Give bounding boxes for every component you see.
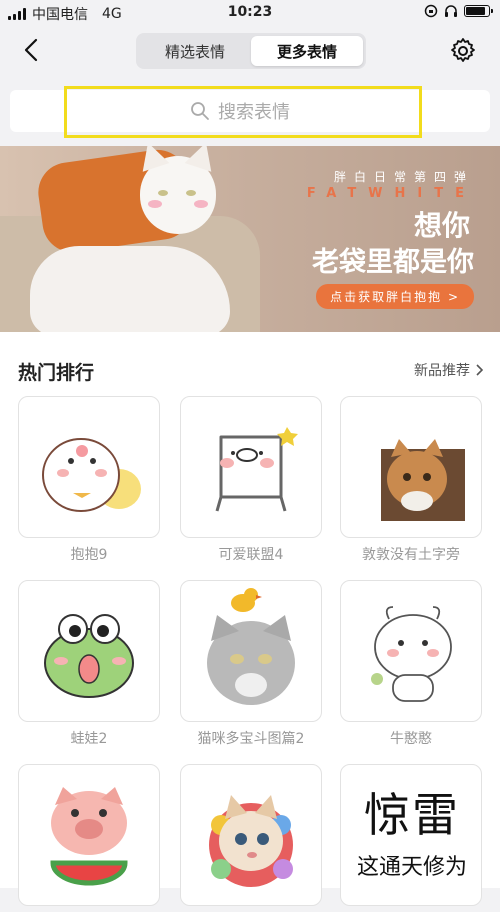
orange-cat-sticker-image — [381, 439, 465, 521]
sticker-pack[interactable]: 蛙娃2 — [18, 580, 160, 748]
white-cat-image — [30, 246, 230, 332]
sticker-pack[interactable] — [180, 764, 322, 912]
tab-more[interactable]: 更多表情 — [251, 36, 363, 66]
sticker-pack[interactable]: 惊雷 这通天修为 — [340, 764, 482, 912]
sticker-pack[interactable]: 敦敦没有土字旁 — [340, 396, 482, 564]
sticker-name: 蛙娃2 — [70, 731, 108, 747]
battery-icon — [464, 5, 493, 17]
search-highlight-frame — [64, 86, 422, 138]
banner-headline-2: 老袋里都是你 — [312, 247, 474, 278]
ranking-section: 热门排行 新品推荐 抱抱9 可爱联盟4 敦敦没有土字旁 蛙娃2 猫咪多宝斗图篇2… — [0, 332, 500, 906]
back-arrow-icon[interactable] — [18, 36, 46, 64]
new-arrivals-link[interactable]: 新品推荐 — [414, 360, 484, 380]
banner-subtitle: 胖白日常第四弹 — [333, 170, 474, 184]
text-art-line-2: 这通天修为 — [356, 855, 467, 880]
sticker-pack[interactable]: 猫咪多宝斗图篇2 — [180, 580, 322, 748]
cow-sticker-image — [371, 606, 452, 702]
sticker-thumbnail[interactable] — [18, 764, 160, 906]
new-arrivals-label: 新品推荐 — [414, 363, 470, 379]
banner-english: FATWHITE — [306, 186, 476, 201]
sticker-name: 可爱联盟4 — [218, 547, 284, 563]
gear-icon[interactable] — [448, 36, 478, 66]
grey-cat-duck-sticker-image — [207, 588, 295, 705]
text-art-line-1: 惊雷 — [364, 788, 460, 842]
sticker-thumbnail[interactable] — [180, 396, 322, 538]
sticker-thumbnail[interactable] — [18, 580, 160, 722]
lock-rotation-icon — [424, 4, 438, 18]
nav-bar: 精选表情 更多表情 — [0, 26, 500, 76]
section-title: 热门排行 — [18, 362, 95, 384]
chevron-right-icon — [476, 364, 484, 376]
sticker-thumbnail[interactable] — [340, 580, 482, 722]
banner-cta-button[interactable]: 点击获取胖白抱抱 > — [316, 284, 474, 309]
sticker-name: 牛憨憨 — [390, 731, 432, 747]
pig-watermelon-sticker-image — [50, 787, 128, 886]
sticker-name: 猫咪多宝斗图篇2 — [197, 731, 305, 747]
segmented-tabs: 精选表情 更多表情 — [136, 33, 366, 69]
sticker-thumbnail[interactable] — [18, 396, 160, 538]
promo-banner[interactable]: 胖白日常第四弹 FATWHITE 想你 老袋里都是你 点击获取胖白抱抱 > — [0, 146, 500, 332]
status-bar: 中国电信 4G 10:23 — [0, 0, 500, 26]
sticker-thumbnail[interactable] — [180, 764, 322, 906]
sticker-name: 抱抱9 — [70, 547, 108, 563]
pig-sketch-sticker-image — [215, 427, 298, 512]
tab-featured[interactable]: 精选表情 — [139, 36, 251, 66]
seal-sticker-image — [42, 438, 141, 512]
frog-sticker-image — [44, 614, 134, 698]
sticker-pack[interactable]: 抱抱9 — [18, 396, 160, 564]
banner-headline-1: 想你 — [413, 209, 470, 242]
sticker-pack[interactable]: 可爱联盟4 — [180, 396, 322, 564]
sticker-thumbnail[interactable]: 惊雷 这通天修为 — [340, 764, 482, 906]
sticker-name: 敦敦没有土字旁 — [362, 547, 460, 563]
sticker-thumbnail[interactable] — [340, 396, 482, 538]
sticker-thumbnail[interactable] — [180, 580, 322, 722]
flower-cat-sticker-image — [209, 795, 293, 887]
cat-head — [134, 146, 220, 234]
sticker-pack[interactable] — [18, 764, 160, 912]
sticker-pack[interactable]: 牛憨憨 — [340, 580, 482, 748]
headphones-icon — [445, 5, 457, 17]
